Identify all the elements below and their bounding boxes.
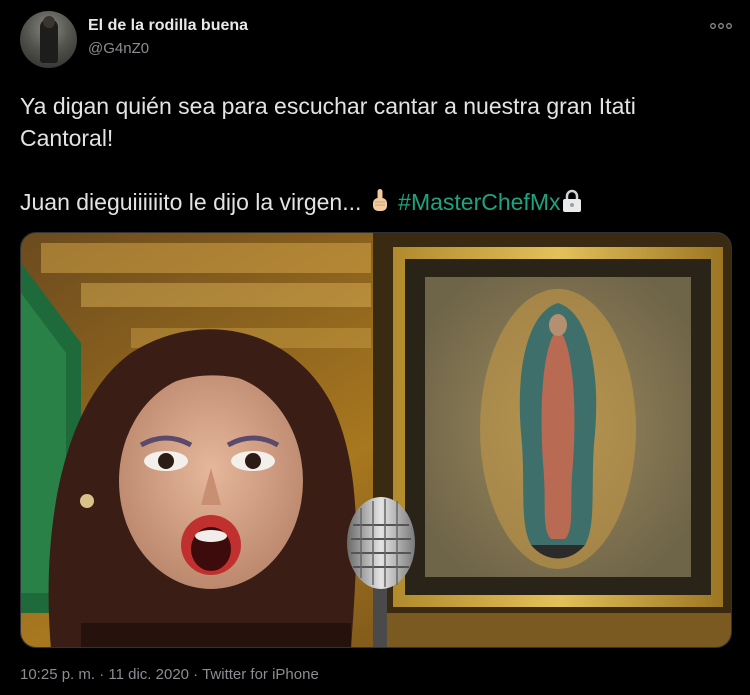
tweet-card: El de la rodilla buena @G4nZ0 Ya digan q… — [0, 0, 750, 695]
meta-separator-1: · — [95, 666, 109, 683]
hashtag-link[interactable]: #MasterChefMx — [398, 189, 560, 215]
tweet-date[interactable]: 11 dic. 2020 — [108, 666, 189, 683]
avatar[interactable] — [20, 11, 77, 68]
pointing-up-hand-icon — [368, 188, 392, 222]
lock-icon — [560, 188, 584, 222]
user-display-name[interactable]: El de la rodilla buena — [88, 17, 248, 35]
tweet-media-image[interactable] — [20, 232, 732, 648]
user-handle[interactable]: @G4nZ0 — [88, 40, 149, 57]
media-illustration — [21, 233, 731, 647]
tweet-meta: 10:25 p. m. · 11 dic. 2020 · Twitter for… — [20, 666, 319, 683]
tweet-text-line1: Ya digan quién sea para escuchar cantar … — [20, 93, 636, 151]
tweet-source[interactable]: Twitter for iPhone — [202, 666, 319, 683]
tweet-text-line2: Juan dieguiiiiiito le dijo la virgen... — [20, 189, 362, 215]
tweet-time[interactable]: 10:25 p. m. — [20, 666, 95, 683]
meta-separator-2: · — [189, 666, 203, 683]
more-dots-icon[interactable] — [708, 20, 734, 32]
tweet-text: Ya digan quién sea para escuchar cantar … — [20, 90, 730, 222]
avatar-head — [43, 16, 55, 28]
tweet-text-line2-row: Juan dieguiiiiiito le dijo la virgen... … — [20, 186, 730, 222]
